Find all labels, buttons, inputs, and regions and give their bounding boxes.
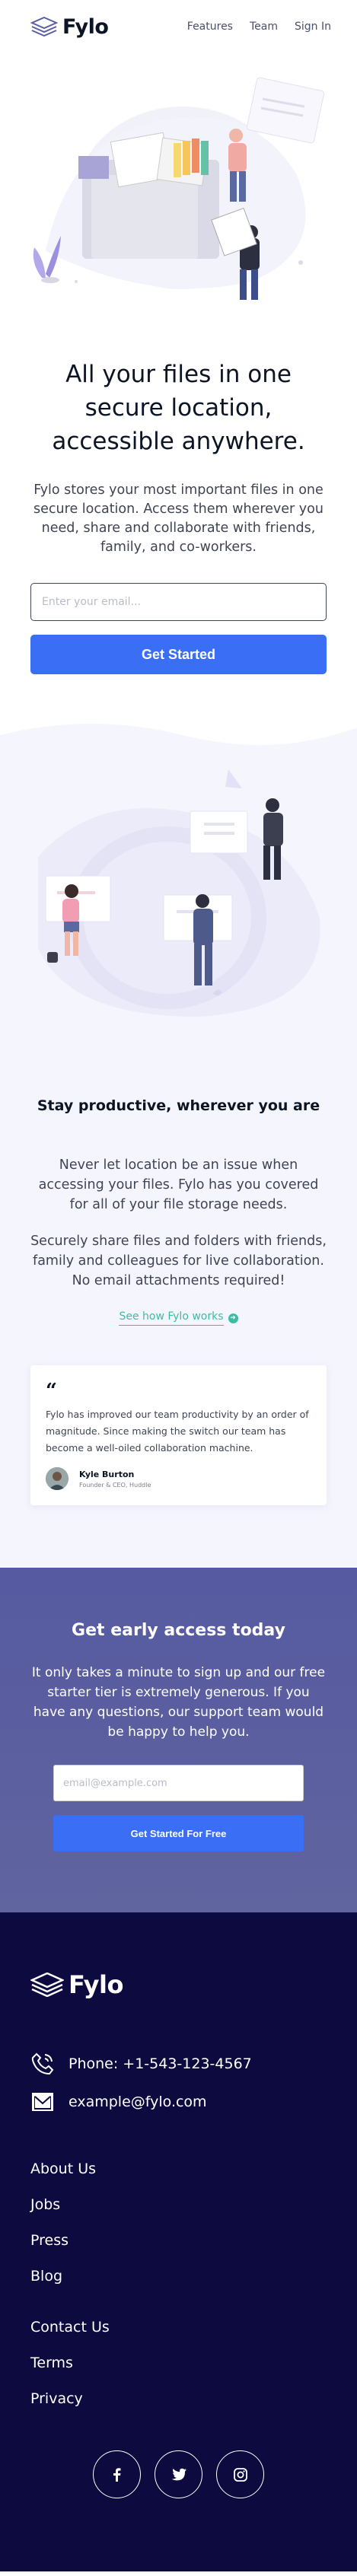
email-row: example@fylo.com: [30, 2083, 327, 2121]
author-name: Kyle Burton: [79, 1469, 135, 1479]
fylo-logo-icon: [30, 1973, 64, 1997]
email-text[interactable]: example@fylo.com: [69, 2094, 207, 2110]
hero-description: Fylo stores your most important files in…: [33, 482, 324, 555]
hero-section: All your files in one secure location, a…: [0, 53, 357, 674]
avatar: [46, 1467, 69, 1490]
social-links: [30, 2450, 327, 2498]
get-started-free-button[interactable]: Get Started For Free: [53, 1815, 304, 1852]
footer-link-jobs[interactable]: Jobs: [30, 2187, 327, 2223]
footer-logo-text: Fylo: [69, 1970, 123, 1999]
arrow-right-icon[interactable]: ➜: [228, 1313, 238, 1323]
see-how-fylo-works-link[interactable]: See how Fylo works: [119, 1310, 224, 1326]
instagram-icon[interactable]: [216, 2450, 264, 2498]
logo[interactable]: Fylo: [30, 14, 109, 39]
footer-link-terms[interactable]: Terms: [30, 2345, 327, 2381]
footer-links-2: Contact Us Terms Privacy: [30, 2310, 327, 2417]
footer-links-1: About Us Jobs Press Blog: [30, 2151, 327, 2294]
testimonial-author: Kyle Burton Founder & CEO, Huddle: [46, 1467, 311, 1490]
features-illustration: [0, 766, 357, 1040]
mail-icon: [32, 2093, 53, 2111]
footer-contact: Phone: +1-543-123-4567 example@fylo.com: [30, 2045, 327, 2121]
footer-link-blog[interactable]: Blog: [30, 2259, 327, 2294]
nav-link-features[interactable]: Features: [187, 21, 233, 33]
author-role: Founder & CEO, Huddle: [79, 1481, 151, 1489]
phone-text: Phone: +1-543-123-4567: [69, 2055, 252, 2072]
hero-title: All your files in one secure location, a…: [52, 361, 305, 455]
features-paragraph-2: Securely share files and folders with fr…: [30, 1234, 327, 1288]
footer-link-privacy[interactable]: Privacy: [30, 2381, 327, 2417]
section-wave: [0, 724, 357, 767]
footer-link-press[interactable]: Press: [30, 2223, 327, 2259]
early-access-section: Get early access today It only takes a m…: [0, 1568, 357, 1912]
see-how-link-row: See how Fylo works ➜: [0, 1310, 357, 1326]
quote-icon: “: [46, 1380, 57, 1403]
top-nav: Fylo Features Team Sign In: [0, 0, 357, 53]
features-section: Stay productive, wherever you are Never …: [0, 724, 357, 1568]
nav-link-team[interactable]: Team: [250, 21, 278, 33]
cta-email-input[interactable]: [53, 1765, 304, 1801]
hero-illustration: [0, 53, 357, 304]
fylo-logo-icon: [30, 17, 58, 37]
cta-description: It only takes a minute to sign up and ou…: [31, 1665, 326, 1740]
footer-link-about-us[interactable]: About Us: [30, 2151, 327, 2187]
get-started-button[interactable]: Get Started: [30, 635, 327, 674]
features-title: Stay productive, wherever you are: [37, 1097, 320, 1114]
cta-title: Get early access today: [72, 1621, 285, 1640]
nav-links: Features Team Sign In: [187, 21, 331, 33]
footer-logo[interactable]: Fylo: [30, 1970, 327, 1999]
phone-row: Phone: +1-543-123-4567: [30, 2045, 327, 2083]
phone-icon: [31, 2052, 54, 2075]
features-paragraph-1: Never let location be an issue when acce…: [38, 1157, 319, 1212]
testimonial-text: Fylo has improved our team productivity …: [46, 1409, 309, 1454]
testimonial-card: “ Fylo has improved our team productivit…: [30, 1365, 327, 1505]
nav-link-sign-in[interactable]: Sign In: [295, 21, 331, 33]
logo-text: Fylo: [62, 14, 109, 39]
twitter-icon[interactable]: [155, 2450, 202, 2498]
facebook-icon[interactable]: [93, 2450, 141, 2498]
footer: Fylo Phone: +1-543-123-4567 example@fylo…: [0, 1912, 357, 2571]
hero-email-input[interactable]: [30, 583, 327, 621]
footer-link-contact-us[interactable]: Contact Us: [30, 2310, 327, 2345]
